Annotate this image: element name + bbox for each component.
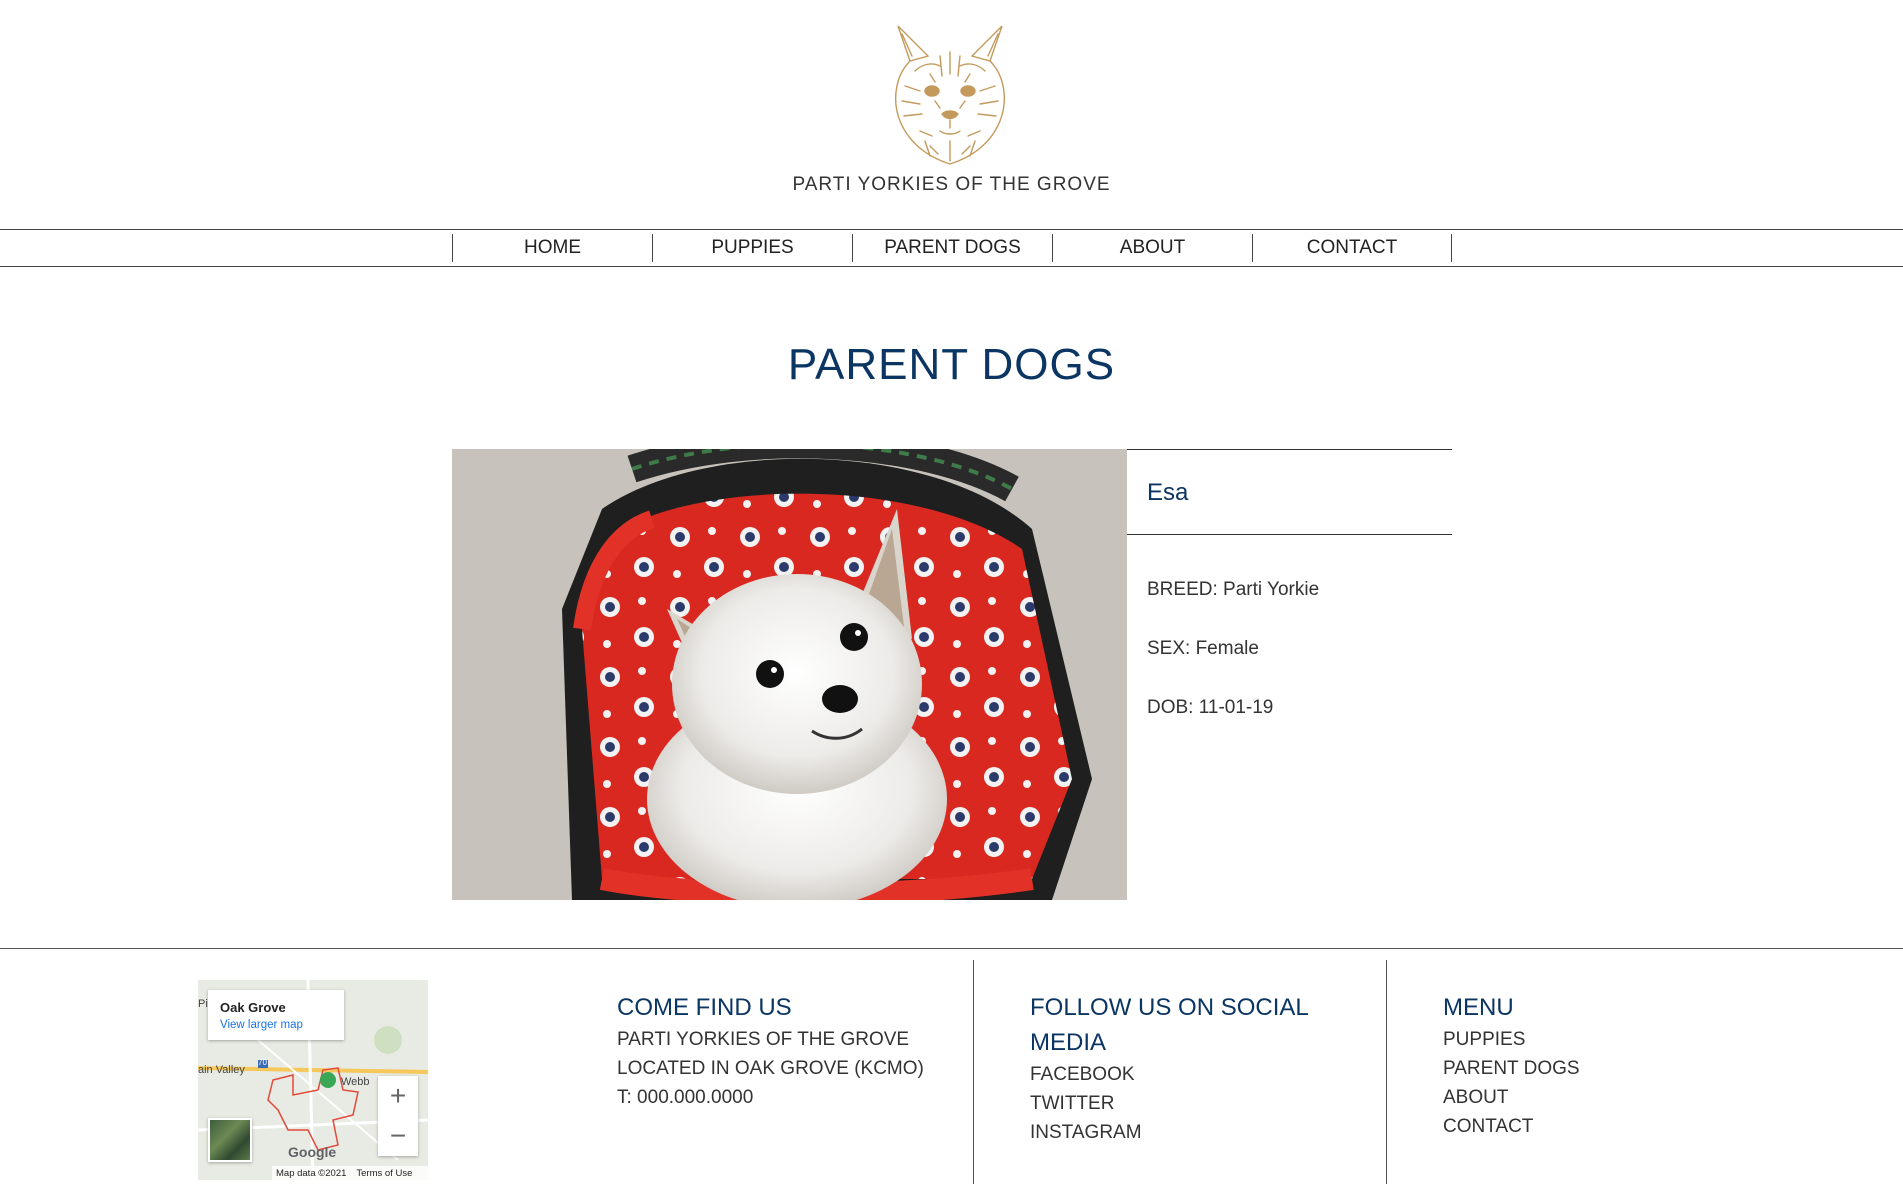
footer-phone: T: 000.000.0000 xyxy=(617,1087,754,1108)
google-logo: Google xyxy=(288,1144,337,1160)
footer-heading: FOLLOW US ON SOCIAL MEDIA xyxy=(1030,994,1308,1056)
dog-info-panel: Esa BREED: Parti Yorkie SEX: Female DOB:… xyxy=(1127,449,1452,900)
view-larger-map-link[interactable]: View larger map xyxy=(220,1019,303,1031)
twitter-link[interactable]: TWITTER xyxy=(1030,1089,1330,1118)
footer-divider xyxy=(0,948,1903,949)
map-label: ain Valley xyxy=(198,1064,245,1076)
map-attribution: Map data ©2021 Terms of Use xyxy=(272,1166,428,1180)
footer-social-column: FOLLOW US ON SOCIAL MEDIA FACEBOOK TWITT… xyxy=(1030,990,1330,1147)
main-nav: HOME PUPPIES PARENT DOGS ABOUT CONTACT xyxy=(0,229,1903,267)
footer-location: LOCATED IN OAK GROVE (KCMO) xyxy=(617,1058,924,1079)
nav-item-contact[interactable]: CONTACT xyxy=(1252,234,1452,262)
nav-item-parent-dogs[interactable]: PARENT DOGS xyxy=(852,234,1052,262)
dog-photo xyxy=(452,449,1127,900)
dog-breed: BREED: Parti Yorkie xyxy=(1147,579,1320,600)
map-zoom-controls: + − xyxy=(378,1076,418,1156)
dog-sex: SEX: Female xyxy=(1147,638,1259,659)
footer-business-name: PARTI YORKIES OF THE GROVE xyxy=(617,1029,910,1050)
brand-name: PARTI YORKIES OF THE GROVE xyxy=(792,174,1111,195)
nav-item-about[interactable]: ABOUT xyxy=(1052,234,1252,262)
dog-dob: DOB: 11-01-19 xyxy=(1147,697,1274,718)
footer-column-divider xyxy=(973,960,974,1184)
map-data-text: Map data ©2021 xyxy=(276,1167,347,1179)
zoom-in-button[interactable]: + xyxy=(378,1076,418,1116)
facebook-link[interactable]: FACEBOOK xyxy=(1030,1060,1330,1089)
footer-menu-column: MENU PUPPIES PARENT DOGS ABOUT CONTACT xyxy=(1443,990,1580,1141)
site-header: PARTI YORKIES OF THE GROVE xyxy=(0,0,1903,229)
divider xyxy=(1127,534,1452,535)
footer-link-contact[interactable]: CONTACT xyxy=(1443,1112,1580,1141)
terms-of-use-link[interactable]: Terms of Use xyxy=(356,1168,412,1179)
nav-item-puppies[interactable]: PUPPIES xyxy=(652,234,852,262)
map-label: Webb xyxy=(341,1076,370,1088)
yorkie-logo-icon[interactable] xyxy=(880,16,1020,171)
highway-shield: 70 xyxy=(258,1058,267,1067)
satellite-toggle-button[interactable] xyxy=(208,1118,252,1162)
map-info-card: Oak Grove View larger map xyxy=(208,990,344,1040)
footer-heading: COME FIND US xyxy=(617,994,792,1021)
footer-link-parent-dogs[interactable]: PARENT DOGS xyxy=(1443,1054,1580,1083)
embedded-map[interactable]: Pin ain Valley Webb 70 Oak Grove View la… xyxy=(198,980,428,1180)
instagram-link[interactable]: INSTAGRAM xyxy=(1030,1118,1330,1147)
footer-column-divider xyxy=(1386,960,1387,1184)
footer-link-puppies[interactable]: PUPPIES xyxy=(1443,1025,1580,1054)
page-title: PARENT DOGS xyxy=(787,340,1116,389)
dog-name: Esa xyxy=(1147,479,1189,506)
footer-link-about[interactable]: ABOUT xyxy=(1443,1083,1580,1112)
nav-item-home[interactable]: HOME xyxy=(452,234,652,262)
footer-contact-column: COME FIND US PARTI YORKIES OF THE GROVE … xyxy=(617,990,924,1112)
map-place-name: Oak Grove xyxy=(220,1000,286,1015)
divider xyxy=(1127,449,1452,450)
zoom-out-button[interactable]: − xyxy=(378,1116,418,1156)
footer-heading: MENU xyxy=(1443,994,1514,1021)
